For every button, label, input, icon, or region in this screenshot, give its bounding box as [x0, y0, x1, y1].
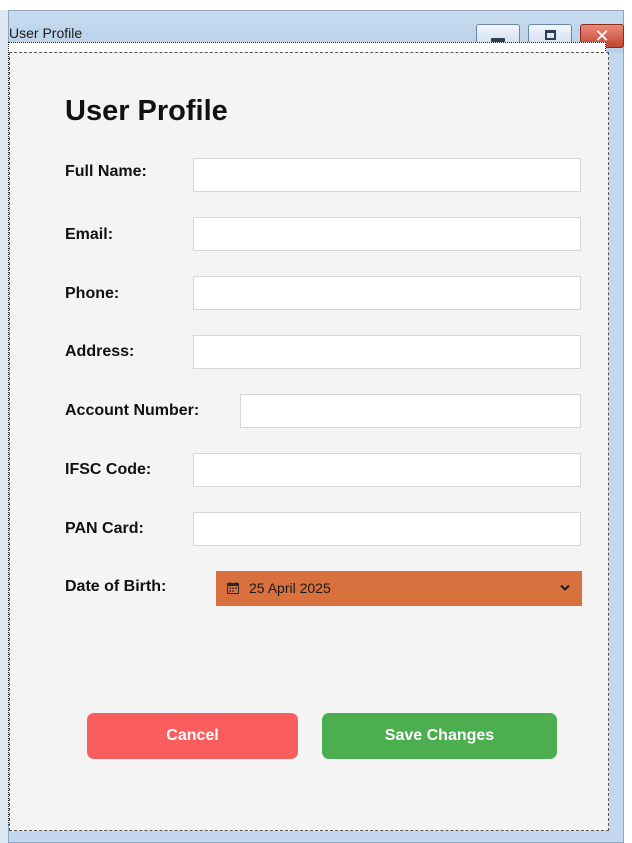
pan-card-label: PAN Card: — [65, 520, 144, 537]
maximize-icon — [545, 30, 556, 40]
chevron-down-icon — [560, 584, 570, 591]
ifsc-code-label: IFSC Code: — [65, 461, 152, 478]
full-name-label: Full Name: — [65, 163, 147, 180]
date-of-birth-label: Date of Birth: — [65, 578, 167, 595]
calendar-icon — [227, 582, 239, 594]
phone-input[interactable] — [193, 276, 581, 310]
desktop-background-strip — [0, 10, 8, 843]
email-input[interactable] — [193, 217, 581, 251]
pan-card-input[interactable] — [193, 512, 581, 546]
account-number-label: Account Number: — [65, 402, 200, 419]
save-changes-button[interactable]: Save Changes — [322, 713, 557, 759]
account-number-input[interactable] — [240, 394, 581, 428]
date-of-birth-value: 25 April 2025 — [249, 580, 331, 596]
date-of-birth-picker[interactable]: 25 April 2025 — [216, 571, 582, 606]
address-input[interactable] — [193, 335, 581, 369]
window-title: User Profile — [9, 25, 83, 41]
address-label: Address: — [65, 343, 135, 360]
cancel-button[interactable]: Cancel — [87, 713, 298, 759]
phone-label: Phone: — [65, 285, 120, 302]
ifsc-code-input[interactable] — [193, 453, 581, 487]
full-name-input[interactable] — [193, 158, 581, 192]
page-title: User Profile — [65, 95, 228, 127]
email-label: Email: — [65, 226, 114, 243]
